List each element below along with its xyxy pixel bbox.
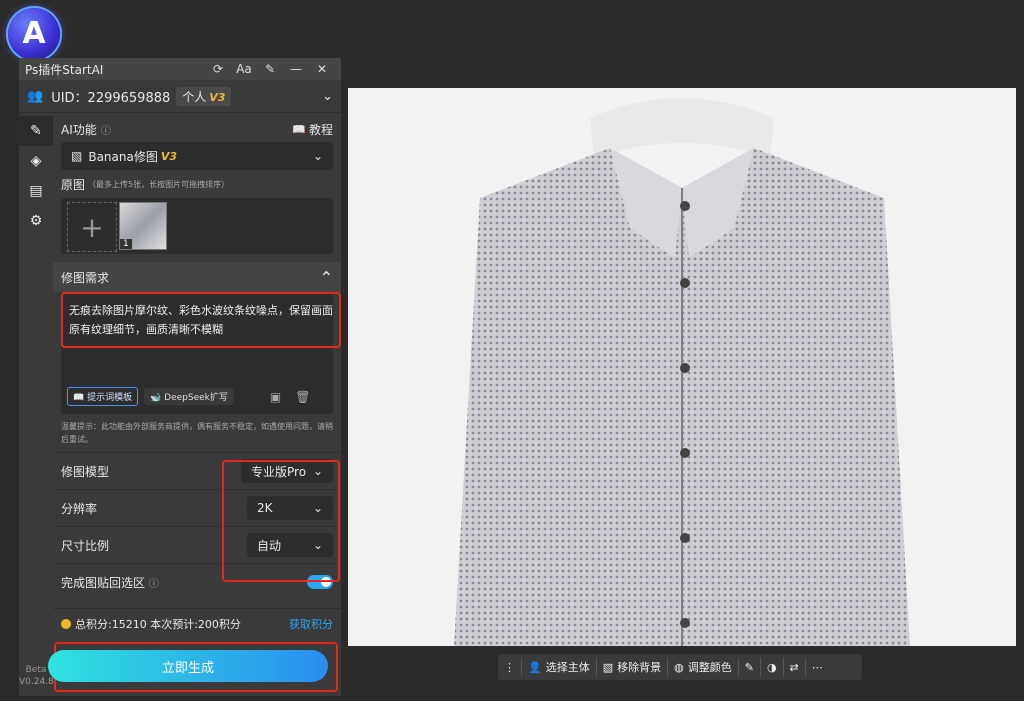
chevron-up-icon[interactable]: ⌃ bbox=[320, 268, 333, 287]
ai-function-select[interactable]: ▧ Banana修图 V3 ⌄ bbox=[61, 142, 333, 170]
adjust-color-button[interactable]: ◍ 调整颜色 bbox=[668, 658, 739, 676]
document-icon[interactable]: ▤ bbox=[19, 176, 53, 206]
generate-button[interactable]: 立即生成 bbox=[48, 650, 328, 682]
chevron-down-icon[interactable]: ⌄ bbox=[322, 89, 333, 104]
close-button[interactable]: ✕ bbox=[309, 62, 335, 76]
minimize-button[interactable]: — bbox=[283, 62, 309, 76]
more-icon[interactable]: ⋯ bbox=[806, 658, 829, 676]
remove-background-button[interactable]: ▧ 移除背景 bbox=[597, 658, 669, 676]
uid-text: UID：2299659888 bbox=[51, 90, 171, 106]
add-image-button[interactable]: + bbox=[67, 202, 117, 252]
layers-icon[interactable]: ◈ bbox=[19, 146, 53, 176]
settings-icon[interactable]: ⚙ bbox=[19, 206, 53, 236]
request-textarea[interactable]: 无痕去除图片摩尔纹、彩色水波纹条纹噪点，保留画面原有纹理细节，画质清晰不模糊 📖… bbox=[61, 292, 341, 414]
palette-icon: ◍ bbox=[674, 660, 684, 674]
coin-icon bbox=[61, 619, 71, 629]
history-icon[interactable]: ▣ bbox=[270, 390, 281, 404]
contrast-icon[interactable]: ◑ bbox=[761, 658, 784, 676]
highlight-options bbox=[222, 460, 340, 582]
image-icon: ▧ bbox=[602, 660, 614, 674]
select-subject-button[interactable]: 👤 选择主体 bbox=[522, 658, 597, 676]
sidebar: ✎ ◈ ▤ ⚙ Beta V0.24.8 bbox=[19, 116, 54, 696]
app-logo: A bbox=[8, 8, 60, 60]
pin-icon[interactable]: ✎ bbox=[257, 62, 283, 76]
swap-icon[interactable]: ⇄ bbox=[784, 658, 806, 676]
canvas-image bbox=[348, 88, 1016, 646]
info-icon: ⓘ bbox=[148, 578, 159, 590]
get-points-link[interactable]: 获取积分 bbox=[289, 616, 333, 632]
account-type-badge: 个人 V3 bbox=[176, 86, 232, 106]
person-icon: 👤 bbox=[528, 660, 542, 674]
refresh-icon[interactable]: ⟳ bbox=[205, 62, 231, 76]
chevron-down-icon: ⌄ bbox=[312, 149, 323, 163]
drag-handle-icon[interactable]: ⋮ bbox=[498, 658, 522, 676]
book-icon[interactable]: 📖 bbox=[292, 123, 306, 136]
source-label: 原图 bbox=[61, 177, 86, 192]
image-thumbnail[interactable]: 1 bbox=[119, 202, 167, 250]
plugin-panel: Ps插件StartAI ⟳ Aa ✎ — ✕ 👥 UID：2299659888 … bbox=[19, 58, 341, 696]
font-size-icon[interactable]: Aa bbox=[231, 62, 257, 76]
points-row: 总积分:15210 本次预计:200积分 获取积分 bbox=[53, 608, 341, 639]
trash-icon[interactable]: 🗑 bbox=[295, 390, 310, 404]
image-upload-area: + 1 bbox=[61, 198, 333, 254]
request-label: 修图需求 bbox=[61, 270, 110, 285]
prompt-template-button[interactable]: 📖 提示词模板 bbox=[67, 387, 139, 406]
request-text[interactable]: 无痕去除图片摩尔纹、彩色水波纹条纹噪点，保留画面原有纹理细节，画质清晰不模糊 bbox=[61, 292, 341, 348]
source-hint: （最多上传5张，长按图片可拖拽排序） bbox=[88, 179, 230, 189]
image-icon: ▧ bbox=[71, 149, 83, 163]
ai-function-label: AI功能 bbox=[61, 122, 97, 137]
brush-icon[interactable]: ✎ bbox=[739, 658, 761, 676]
panel-title: Ps插件StartAI bbox=[25, 62, 104, 77]
tutorial-link[interactable]: 教程 bbox=[309, 121, 333, 138]
user-icon: 👥 bbox=[27, 88, 44, 104]
edit-icon[interactable]: ✎ bbox=[19, 116, 53, 146]
user-bar[interactable]: 👥 UID：2299659888 个人 V3 ⌄ bbox=[19, 80, 341, 113]
shirt-image bbox=[454, 98, 910, 646]
info-icon: ⓘ bbox=[100, 125, 111, 137]
panel-titlebar: Ps插件StartAI ⟳ Aa ✎ — ✕ bbox=[19, 58, 341, 80]
deepseek-expand-button[interactable]: 🐋 DeepSeek扩写 bbox=[144, 388, 234, 405]
warning-tip: 温馨提示：此功能由外部服务商提供，偶有服务不稳定，如遇使用问题，请稍后重试。 bbox=[61, 422, 333, 444]
main-content: AI功能 ⓘ 📖 教程 ▧ Banana修图 V3 ⌄ 原图 （最多上传5张，长按… bbox=[53, 116, 341, 696]
bottom-toolbar: ⋮ 👤 选择主体 ▧ 移除背景 ◍ 调整颜色 ✎ ◑ ⇄ ⋯ bbox=[498, 654, 862, 680]
